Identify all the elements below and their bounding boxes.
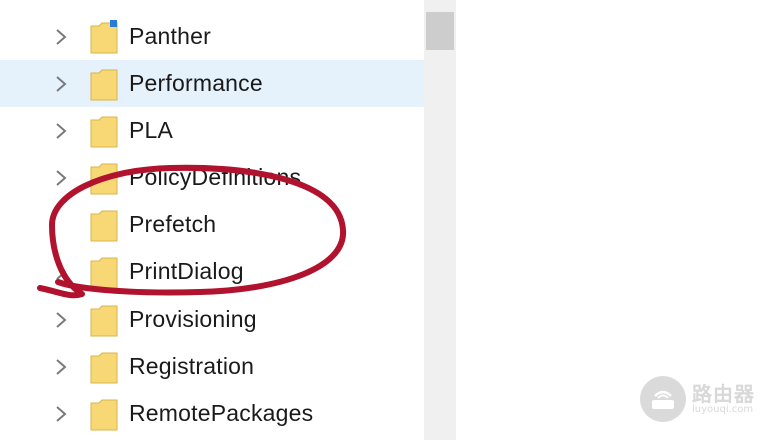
folder-icon [90,352,118,384]
tree-item-provisioning[interactable]: Provisioning [0,296,424,343]
folder-icon [90,163,118,195]
folder-icon [90,257,118,289]
tree-item-printdialog[interactable]: PrintDialog [0,248,424,295]
chevron-right-icon[interactable] [52,168,70,188]
tree-item-remotepackages[interactable]: RemotePackages [0,390,424,437]
chevron-right-icon[interactable] [52,262,70,282]
folder-icon [90,69,118,101]
chevron-right-icon[interactable] [52,310,70,330]
tree-item-registration[interactable]: Registration [0,343,424,390]
partial-row-top [90,0,320,2]
tree-item-label: PolicyDefinitions [129,164,302,190]
chevron-right-icon[interactable] [52,404,70,424]
chevron-right-icon[interactable] [52,121,70,141]
tree-item-performance[interactable]: Performance [0,60,424,107]
tree-item-pla[interactable]: PLA [0,107,424,154]
chevron-right-icon[interactable] [52,357,70,377]
folder-icon [90,210,118,242]
watermark-text: 路由器 [692,382,755,406]
tree-item-label: PrintDialog [129,258,244,284]
vertical-scrollbar[interactable] [424,0,456,440]
router-logo-icon [640,376,686,422]
tree-item-label: RemotePackages [129,400,314,426]
tree-item-prefetch[interactable]: Prefetch [0,201,424,248]
tree-item-label: Performance [129,70,263,96]
folder-icon [90,20,118,54]
tree-item-label: Panther [129,23,211,49]
tree-item-label: Provisioning [129,306,257,332]
scrollbar-thumb[interactable] [426,12,454,50]
tree-item-label: Registration [129,353,255,379]
folder-icon [90,116,118,148]
content-pane [456,0,782,440]
tree-item-label: Prefetch [129,211,217,237]
chevron-right-icon[interactable] [52,27,70,47]
tree-item-panther[interactable]: Panther [0,13,424,60]
tree-item-label: PLA [129,117,174,143]
tree-item-policydefinitions[interactable]: PolicyDefinitions [0,154,424,201]
folder-icon [90,399,118,431]
watermark: 路由器 luyouqi.com [640,376,772,422]
folder-tree: Panther Performance PLA PolicyDefinition… [0,0,424,440]
folder-icon [90,305,118,337]
watermark-subtext: luyouqi.com [692,404,754,415]
chevron-right-icon[interactable] [52,74,70,94]
